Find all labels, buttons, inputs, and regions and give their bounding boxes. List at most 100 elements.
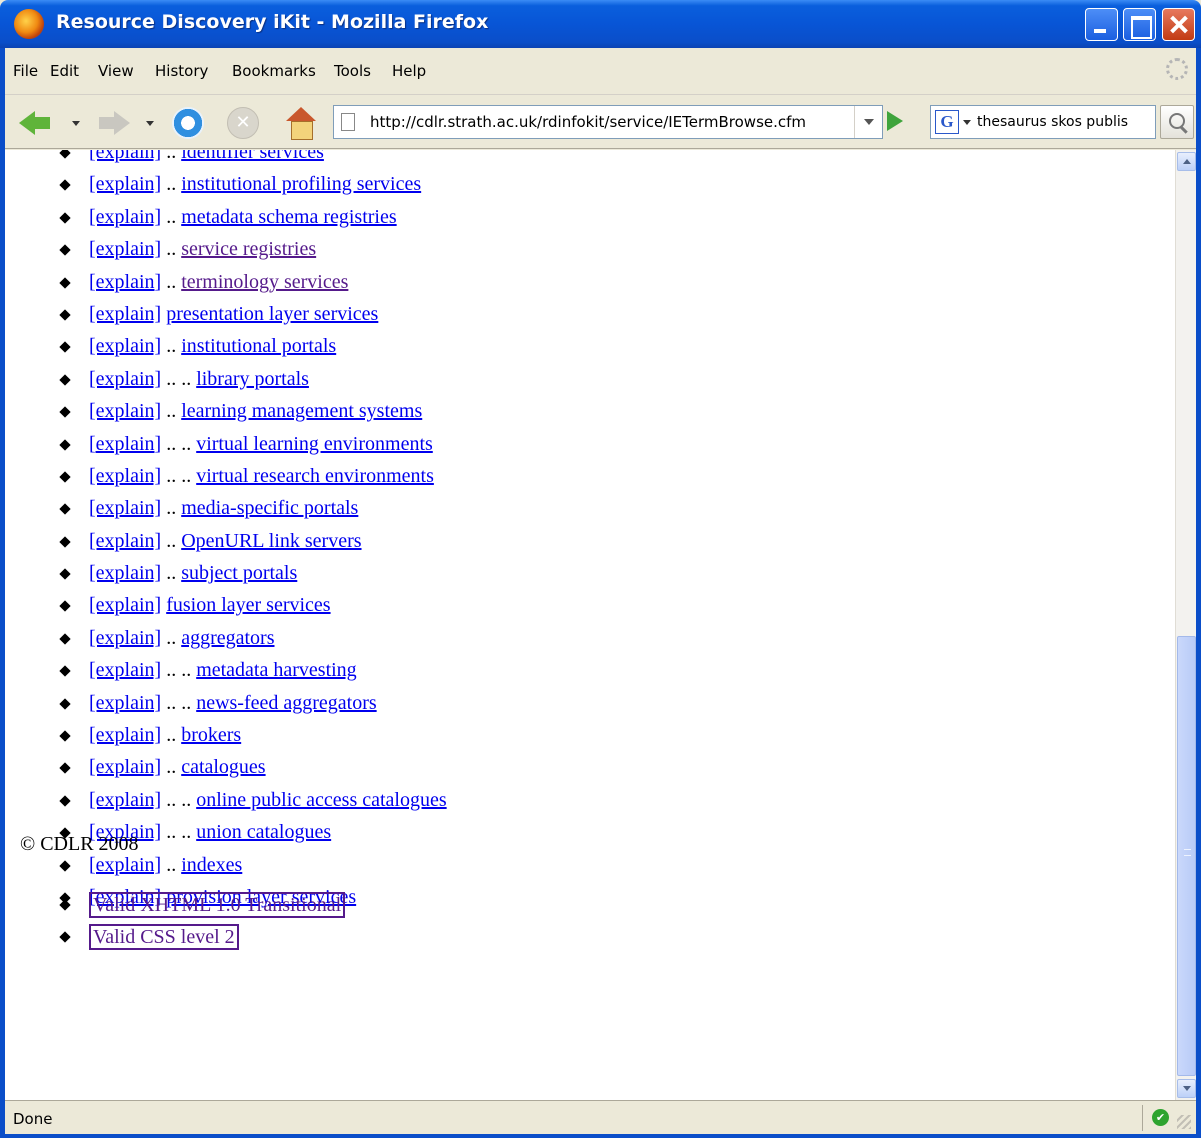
indent-dots: .. <box>166 400 177 423</box>
reload-icon[interactable] <box>172 107 204 139</box>
forward-history-dropdown-icon[interactable] <box>146 121 154 126</box>
indent-dots: .. <box>166 529 177 552</box>
term-link[interactable]: identifier services <box>181 150 324 163</box>
explain-link[interactable]: [explain] <box>89 594 161 616</box>
list-item: [explain] .. media-specific portals <box>59 492 447 524</box>
scrollbar-thumb[interactable] <box>1177 636 1196 1076</box>
explain-link[interactable]: [explain] <box>89 173 161 195</box>
title-bar[interactable]: Resource Discovery iKit - Mozilla Firefo… <box>0 0 1201 48</box>
term-link[interactable]: terminology services <box>181 271 348 293</box>
navigation-toolbar: ✕ http://cdlr.strath.ac.uk/rdinfokit/ser… <box>5 95 1196 149</box>
explain-link[interactable]: [explain] <box>89 756 161 778</box>
list-item: [explain] .. .. virtual learning environ… <box>59 428 447 460</box>
term-link[interactable]: indexes <box>181 854 242 876</box>
term-link[interactable]: catalogues <box>181 756 265 778</box>
term-link[interactable]: union catalogues <box>196 821 331 843</box>
valid-xhtml-link[interactable]: Valid XHTML 1.0 Transitional <box>89 892 346 918</box>
list-item: [explain] .. terminology services <box>59 266 447 298</box>
menu-history[interactable]: History <box>155 62 208 80</box>
maximize-button[interactable] <box>1123 8 1156 41</box>
menu-help[interactable]: Help <box>392 62 426 80</box>
search-bar[interactable]: G thesaurus skos publis <box>930 105 1156 139</box>
back-arrow-icon[interactable] <box>19 107 53 139</box>
go-arrow-icon[interactable] <box>887 111 903 131</box>
explain-link[interactable]: [explain] <box>89 206 161 228</box>
list-item: [explain] fusion layer services <box>59 589 447 621</box>
minimize-button[interactable] <box>1085 8 1118 41</box>
term-link[interactable]: library portals <box>196 368 309 390</box>
indent-dots: .. .. <box>166 788 192 811</box>
explain-link[interactable]: [explain] <box>89 238 161 260</box>
indent-dots: .. <box>166 497 177 520</box>
explain-link[interactable]: [explain] <box>89 400 161 422</box>
google-search-engine-icon[interactable]: G <box>935 110 959 134</box>
search-magnifier-icon[interactable] <box>1160 105 1194 139</box>
scroll-up-arrow-icon[interactable] <box>1177 152 1196 171</box>
valid-css-link[interactable]: Valid CSS level 2 <box>89 924 239 950</box>
explain-link[interactable]: [explain] <box>89 530 161 552</box>
term-link[interactable]: aggregators <box>181 627 274 649</box>
term-link[interactable]: virtual learning environments <box>196 433 433 455</box>
term-link[interactable]: metadata harvesting <box>196 659 357 681</box>
home-icon[interactable] <box>284 107 318 140</box>
explain-link[interactable]: [explain] <box>89 303 161 325</box>
url-bar[interactable]: http://cdlr.strath.ac.uk/rdinfokit/servi… <box>333 105 883 139</box>
term-link[interactable]: fusion layer services <box>166 594 330 616</box>
term-link[interactable]: online public access catalogues <box>196 789 446 811</box>
list-item: [explain] .. .. virtual research environ… <box>59 460 447 492</box>
term-list: [explain] .. identifier services [explain… <box>59 150 447 913</box>
back-history-dropdown-icon[interactable] <box>72 121 80 126</box>
menu-edit[interactable]: Edit <box>50 62 79 80</box>
explain-link[interactable]: [explain] <box>89 368 161 390</box>
close-button[interactable] <box>1162 8 1195 41</box>
explain-link[interactable]: [explain] <box>89 335 161 357</box>
term-link[interactable]: presentation layer services <box>166 303 378 325</box>
menu-bar: File Edit View History Bookmarks Tools H… <box>5 48 1196 95</box>
list-item: [explain] .. .. news-feed aggregators <box>59 687 447 719</box>
explain-link[interactable]: [explain] <box>89 789 161 811</box>
vertical-scrollbar[interactable] <box>1175 150 1196 1100</box>
search-input[interactable]: thesaurus skos publis <box>977 114 1153 130</box>
explain-link[interactable]: [explain] <box>89 659 161 681</box>
explain-link[interactable]: [explain] <box>89 433 161 455</box>
explain-link[interactable]: [explain] <box>89 271 161 293</box>
scroll-grip-icon <box>1184 849 1191 856</box>
explain-link[interactable]: [explain] <box>89 497 161 519</box>
explain-link[interactable]: [explain] <box>89 724 161 746</box>
term-link[interactable]: brokers <box>181 724 241 746</box>
menu-tools[interactable]: Tools <box>334 62 371 80</box>
scroll-down-arrow-icon[interactable] <box>1177 1079 1196 1098</box>
term-link[interactable]: metadata schema registries <box>181 206 396 228</box>
explain-link[interactable]: [explain] <box>89 854 161 876</box>
list-item: [explain] .. OpenURL link servers <box>59 525 447 557</box>
term-link[interactable]: institutional portals <box>181 335 336 357</box>
forward-arrow-icon[interactable] <box>99 107 133 139</box>
menu-view[interactable]: View <box>98 62 134 80</box>
explain-link[interactable]: [explain] <box>89 150 161 163</box>
status-divider <box>1142 1105 1143 1131</box>
indent-dots: .. <box>166 626 177 649</box>
term-link[interactable]: institutional profiling services <box>181 173 421 195</box>
stop-icon[interactable]: ✕ <box>227 107 259 139</box>
url-text[interactable]: http://cdlr.strath.ac.uk/rdinfokit/servi… <box>370 113 806 131</box>
menu-bookmarks[interactable]: Bookmarks <box>232 62 316 80</box>
list-item: [explain] .. .. online public access cat… <box>59 784 447 816</box>
url-history-dropdown-icon[interactable] <box>854 106 882 138</box>
search-engine-dropdown-icon[interactable] <box>963 120 971 125</box>
indent-dots: .. .. <box>166 691 192 714</box>
term-link[interactable]: news-feed aggregators <box>196 692 376 714</box>
explain-link[interactable]: [explain] <box>89 692 161 714</box>
explain-link[interactable]: [explain] <box>89 562 161 584</box>
explain-link[interactable]: [explain] <box>89 627 161 649</box>
page-content: [explain] .. identifier services [explain… <box>5 150 1175 1100</box>
term-link[interactable]: OpenURL link servers <box>181 530 361 552</box>
menu-file[interactable]: File <box>13 62 38 80</box>
explain-link[interactable]: [explain] <box>89 465 161 487</box>
list-item: Valid CSS level 2 <box>59 922 345 954</box>
term-link[interactable]: subject portals <box>181 562 297 584</box>
term-link[interactable]: media-specific portals <box>181 497 358 519</box>
term-link[interactable]: virtual research environments <box>196 465 434 487</box>
resize-grip-icon[interactable] <box>1177 1115 1191 1129</box>
term-link[interactable]: service registries <box>181 238 316 260</box>
term-link[interactable]: learning management systems <box>181 400 422 422</box>
